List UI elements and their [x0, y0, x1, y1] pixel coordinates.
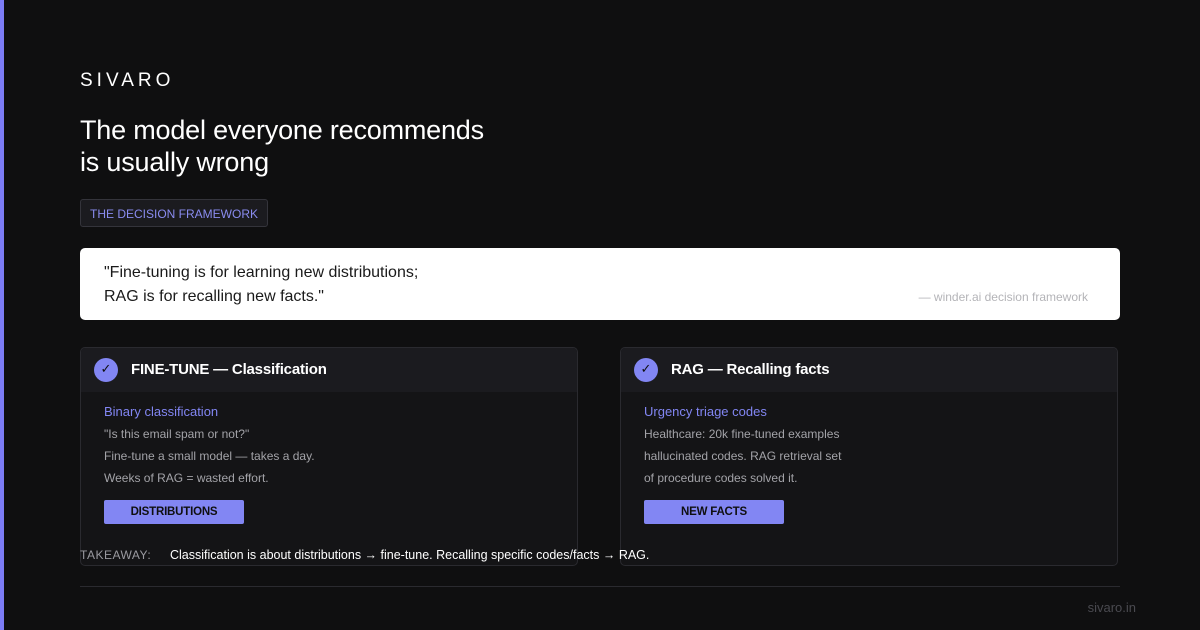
check-icon: ✓ [634, 358, 658, 382]
card-subtitle: Binary classification [104, 404, 219, 419]
card-title: FINE-TUNE — Classification [131, 361, 327, 378]
quote-card: "Fine-tuning is for learning new distrib… [80, 248, 1120, 320]
card-line: Healthcare: 20k fine-tuned examples [644, 427, 840, 441]
quote-text: "Fine-tuning is for learning new distrib… [104, 261, 418, 309]
headline: The model everyone recommends is usually… [80, 114, 484, 178]
card-description: Healthcare: 20k fine-tuned examples hall… [644, 423, 841, 489]
footer-divider [80, 586, 1120, 587]
section-badge: THE DECISION FRAMEWORK [80, 199, 269, 227]
quote-line-1: "Fine-tuning is for learning new distrib… [104, 264, 419, 281]
distributions-tag: DISTRIBUTIONS [104, 500, 244, 524]
card-line: "Is this email spam or not?" [104, 427, 250, 441]
footer-url: sivaro.in [1087, 600, 1136, 615]
card-subtitle: Urgency triage codes [644, 404, 767, 419]
fine-tune-card: ✓ FINE-TUNE — Classification Binary clas… [80, 347, 578, 566]
new-facts-tag: NEW FACTS [644, 500, 784, 524]
takeaway-label: TAKEAWAY: [80, 548, 152, 562]
rag-card: ✓ RAG — Recalling facts Urgency triage c… [620, 347, 1118, 566]
accent-bar [0, 0, 4, 630]
card-header: ✓ FINE-TUNE — Classification [81, 348, 577, 392]
card-header: ✓ RAG — Recalling facts [621, 348, 1117, 392]
brand-logo: SIVARO [80, 70, 175, 91]
card-line: of procedure codes solved it. [644, 471, 798, 485]
card-line: hallucinated codes. RAG retrieval set [644, 449, 842, 463]
quote-source: — winder.ai decision framework [918, 290, 1088, 304]
quote-line-2: RAG is for recalling new facts." [104, 288, 324, 305]
card-line: Weeks of RAG = wasted effort. [104, 471, 269, 485]
card-title: RAG — Recalling facts [671, 361, 830, 378]
headline-line-1: The model everyone recommends [80, 115, 484, 145]
takeaway-text: Classification is about distributions → … [170, 548, 650, 562]
check-icon: ✓ [94, 358, 118, 382]
card-line: Fine-tune a small model — takes a day. [104, 449, 315, 463]
headline-line-2: is usually wrong [80, 147, 269, 177]
card-description: "Is this email spam or not?" Fine-tune a… [104, 423, 315, 489]
